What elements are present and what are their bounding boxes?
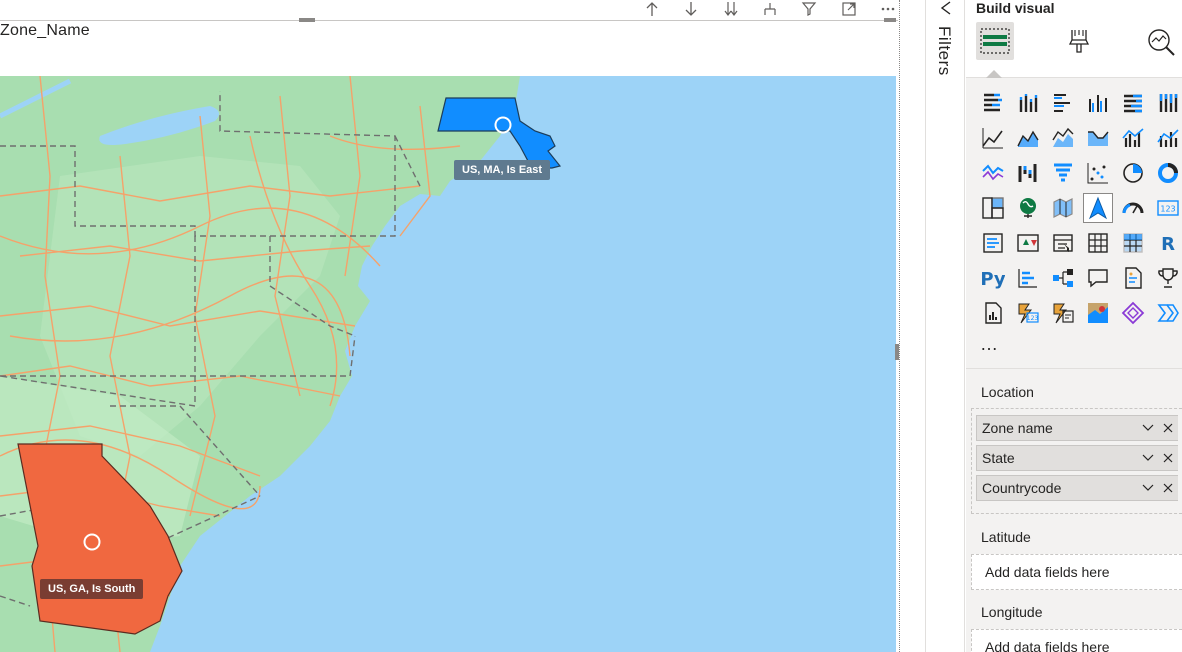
line-clustered-column-visual-icon[interactable] xyxy=(1118,123,1148,153)
power-automate-visual-icon[interactable]: 123 xyxy=(1013,298,1043,328)
python-visual-icon[interactable]: Py xyxy=(978,263,1008,293)
format-visual-tab[interactable] xyxy=(1060,22,1098,60)
more-options-icon[interactable] xyxy=(876,0,900,18)
decomposition-tree-visual-icon[interactable] xyxy=(1048,263,1078,293)
filled-map-visual-icon[interactable] xyxy=(1013,193,1043,223)
corner-resize-handle[interactable] xyxy=(884,18,896,22)
svg-text:123: 123 xyxy=(1160,205,1175,214)
canvas-edge xyxy=(899,0,900,652)
100-stacked-column-visual-icon[interactable] xyxy=(1153,88,1182,118)
area-visual-icon[interactable] xyxy=(1013,123,1043,153)
close-icon[interactable] xyxy=(1158,453,1178,463)
goals-visual-icon[interactable] xyxy=(1153,263,1182,293)
chevron-down-icon[interactable] xyxy=(1138,484,1158,492)
latitude-field-well[interactable]: Add data fields here xyxy=(971,554,1182,590)
text-slicer-visual-icon[interactable] xyxy=(1048,298,1078,328)
waterfall-visual-icon[interactable] xyxy=(978,158,1008,188)
close-icon[interactable] xyxy=(1158,483,1178,493)
power-bi-report: Zone_Name US, MA, Is East US, GA, Is Sou… xyxy=(0,0,1182,652)
azure-map-visual-icon[interactable] xyxy=(1083,193,1113,223)
close-icon[interactable] xyxy=(1158,423,1178,433)
paginated-report-visual-icon[interactable] xyxy=(978,298,1008,328)
map-canvas[interactable] xyxy=(0,76,896,652)
build-visual-icon xyxy=(980,28,1010,54)
azure-map-visual[interactable]: US, MA, Is East US, GA, Is South xyxy=(0,76,896,652)
stacked-area-visual-icon[interactable] xyxy=(1048,123,1078,153)
svg-text:Py: Py xyxy=(981,269,1005,290)
collapse-filters-icon[interactable] xyxy=(939,0,953,19)
map-tooltip-south: US, GA, Is South xyxy=(40,579,144,599)
map-tooltip-east: US, MA, Is East xyxy=(454,160,551,180)
format-brush-icon xyxy=(1068,30,1090,53)
gauge-visual-icon[interactable] xyxy=(1118,193,1148,223)
double-arrow-down-icon[interactable] xyxy=(719,0,743,18)
longitude-field-well[interactable]: Add data fields here xyxy=(971,629,1182,652)
card-visual-icon[interactable]: 123 xyxy=(1153,193,1182,223)
latitude-well-label: Latitude xyxy=(981,529,1031,545)
selection-tool-visual-icon[interactable] xyxy=(1153,298,1182,328)
100-stacked-bar-visual-icon[interactable] xyxy=(1118,88,1148,118)
power-apps-visual-icon[interactable] xyxy=(1118,298,1148,328)
field-pill-countrycode[interactable]: Countrycode xyxy=(976,475,1178,501)
pane-header: Build visual xyxy=(966,0,1182,78)
table-visual-icon[interactable] xyxy=(1083,228,1113,258)
treemap-visual-icon[interactable] xyxy=(1153,158,1182,188)
pie-visual-icon[interactable] xyxy=(1083,158,1113,188)
build-visual-tab[interactable] xyxy=(976,22,1014,60)
r-script-visual-icon[interactable]: R xyxy=(1153,228,1182,258)
pane-title: Build visual xyxy=(976,0,1055,16)
focus-mode-icon[interactable] xyxy=(837,0,861,18)
active-tab-indicator xyxy=(986,70,1002,78)
svg-text:123: 123 xyxy=(1027,315,1039,322)
clustered-column-visual-icon[interactable] xyxy=(1083,88,1113,118)
donut-visual-icon[interactable] xyxy=(1118,158,1148,188)
more-visuals-button[interactable]: … xyxy=(980,334,1000,355)
arrow-up-icon[interactable] xyxy=(640,0,664,18)
visual-type-gallery: 123 R Py 123 xyxy=(978,88,1182,333)
stacked-column-visual-icon[interactable] xyxy=(1013,88,1043,118)
ribbon-visual-icon[interactable] xyxy=(1083,123,1113,153)
key-influencers-visual-icon[interactable] xyxy=(1013,263,1043,293)
filter-icon[interactable] xyxy=(797,0,821,18)
visual-border xyxy=(0,20,898,21)
visual-title: Zone_Name xyxy=(0,22,90,39)
top-resize-handle[interactable] xyxy=(299,18,315,22)
arrow-down-icon[interactable] xyxy=(679,0,703,18)
visualizations-pane: Build visual 123 R Py 123 … Location Zon… xyxy=(966,0,1182,652)
funnel-visual-icon[interactable] xyxy=(1013,158,1043,188)
clustered-bar-visual-icon[interactable] xyxy=(1048,88,1078,118)
analytics-tab[interactable] xyxy=(1142,22,1180,60)
svg-text:R: R xyxy=(1161,234,1175,255)
arcgis-visual-icon[interactable] xyxy=(1083,298,1113,328)
longitude-well-label: Longitude xyxy=(981,604,1043,620)
field-pill-state[interactable]: State xyxy=(976,445,1178,471)
chevron-down-icon[interactable] xyxy=(1138,424,1158,432)
smart-narrative-visual-icon[interactable] xyxy=(1118,263,1148,293)
qa-visual-icon[interactable] xyxy=(1083,263,1113,293)
filters-label[interactable]: Filters xyxy=(934,26,954,76)
field-pill-label: State xyxy=(982,450,1015,466)
matrix-visual-icon[interactable] xyxy=(1118,228,1148,258)
field-pill-zone-name[interactable]: Zone name xyxy=(976,415,1178,441)
shape-map-visual-icon[interactable] xyxy=(1048,193,1078,223)
location-well-label: Location xyxy=(981,384,1034,400)
line-stacked-column-visual-icon[interactable] xyxy=(1153,123,1182,153)
field-pill-label: Zone name xyxy=(982,420,1053,436)
kpi-visual-icon[interactable] xyxy=(1013,228,1043,258)
chevron-down-icon[interactable] xyxy=(1138,454,1158,462)
map-visual-icon[interactable] xyxy=(978,193,1008,223)
analytics-magnifier-icon xyxy=(1148,29,1175,56)
slicer-visual-icon[interactable] xyxy=(1048,228,1078,258)
stacked-bar-visual-icon[interactable] xyxy=(978,88,1008,118)
location-field-well[interactable]: Zone name State Countrycode xyxy=(971,408,1182,514)
visual-header-toolbar xyxy=(640,0,900,18)
section-divider xyxy=(966,368,1182,369)
filters-pane-collapsed[interactable]: Filters xyxy=(925,0,965,652)
scatter-visual-icon[interactable] xyxy=(1048,158,1078,188)
field-pill-label: Countrycode xyxy=(982,480,1062,496)
multi-row-card-visual-icon[interactable] xyxy=(978,228,1008,258)
line-visual-icon[interactable] xyxy=(978,123,1008,153)
expand-hierarchy-icon[interactable] xyxy=(758,0,782,18)
